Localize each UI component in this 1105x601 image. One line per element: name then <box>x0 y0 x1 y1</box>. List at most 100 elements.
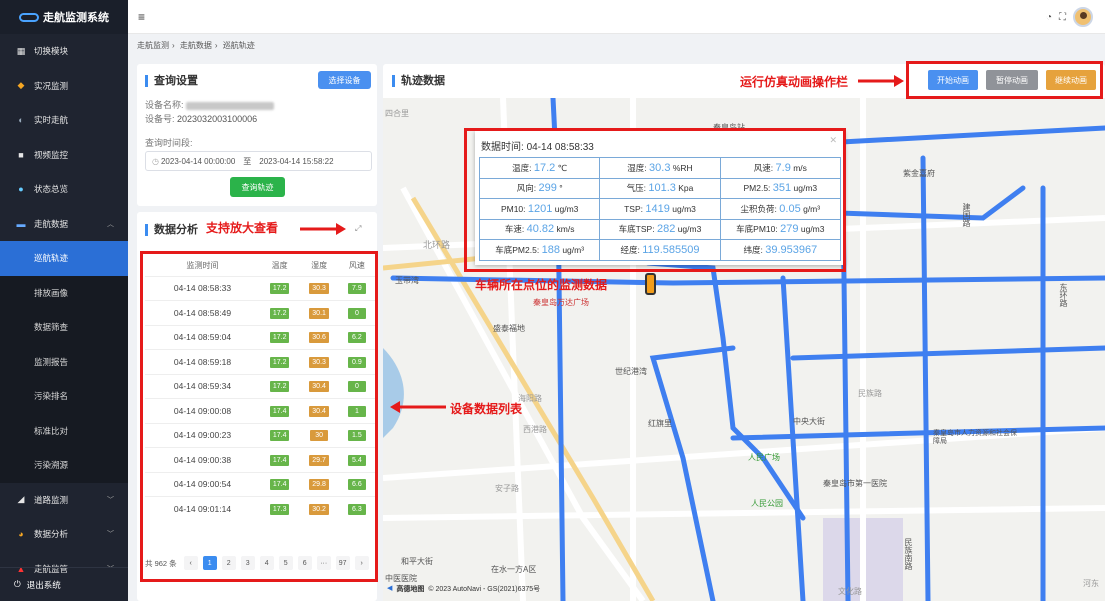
table-row[interactable]: 04-14 08:59:04 17.2 30.6 6.2 <box>145 324 375 350</box>
sidebar-item-analysis[interactable]: ◕ 数据分析 ﹀ <box>0 517 128 552</box>
diamond-icon: ◆ <box>17 80 25 91</box>
humidity-badge: 30 <box>310 430 329 442</box>
end-date[interactable]: 2023-04-14 15:58:22 <box>259 157 333 166</box>
popup-highlight <box>464 128 846 272</box>
select-device-button[interactable]: 选择设备 <box>318 71 371 89</box>
page-button[interactable]: 97 <box>335 556 350 570</box>
table-row[interactable]: 04-14 09:00:08 17.4 30.4 1 <box>145 398 375 423</box>
sidebar-item-label: 实况监测 <box>34 80 69 91</box>
query-title: 查询设置 <box>145 75 198 87</box>
top-actions: ◔ ⛶ <box>1046 7 1093 27</box>
sidebar-item-video[interactable]: ■ 视频监控 <box>0 138 128 173</box>
date-range-picker[interactable]: ◷ 2023-04-14 00:00:00 至 2023-04-14 15:58… <box>145 151 372 171</box>
table-row[interactable]: 04-14 08:59:18 17.2 30.3 0.9 <box>145 349 375 374</box>
cell-time: 04-14 09:00:08 <box>145 398 260 423</box>
sidebar-item-realtime-cruise[interactable]: ◐ 实时走航 <box>0 103 128 138</box>
table-row[interactable]: 04-14 09:00:54 17.4 29.8 6.6 <box>145 471 375 497</box>
sidebar-item-live-monitor[interactable]: ◆ 实况监测 <box>0 69 128 104</box>
wind-badge: 6.6 <box>347 479 366 491</box>
sidebar-sub-report[interactable]: 监测报告 <box>0 344 128 379</box>
cell-time: 04-14 09:00:38 <box>145 447 260 472</box>
arrow-icon <box>300 223 346 235</box>
prev-page-button[interactable]: ‹ <box>183 556 198 570</box>
sidebar-sub-ranking[interactable]: 污染排名 <box>0 379 128 414</box>
map-copyright: © 2023 AutoNavi - GS(2021)6375号 <box>428 586 541 593</box>
map-label: 秦皇岛市第一医院 <box>823 479 887 488</box>
humidity-badge: 30.4 <box>309 381 329 393</box>
start-date[interactable]: 2023-04-14 00:00:00 <box>161 157 235 166</box>
next-page-button[interactable]: › <box>354 556 369 570</box>
fullscreen-icon[interactable]: ⛶ <box>1059 12 1066 23</box>
menu-toggle-icon[interactable]: ≡ <box>138 10 145 24</box>
temp-badge: 17.2 <box>269 381 290 393</box>
sidebar-sub-screening[interactable]: 数据筛查 <box>0 310 128 345</box>
road-icon: ◢ <box>17 494 25 505</box>
sidebar-sub-emission[interactable]: 排放画像 <box>0 275 128 310</box>
sidebar-item-label: 切换模块 <box>34 46 69 57</box>
sidebar-item-status[interactable]: ● 状态总览 <box>0 172 128 207</box>
wind-badge: 7.9 <box>347 283 366 295</box>
temp-badge: 17.2 <box>269 332 290 344</box>
table-row[interactable]: 04-14 09:01:14 17.3 30.2 6.3 <box>145 496 375 521</box>
vehicle-marker[interactable] <box>645 273 656 295</box>
map-label: 东环路 <box>1059 283 1068 307</box>
column-header-time[interactable]: 监测时间 <box>145 255 260 276</box>
map-label: 民族南路 <box>904 538 913 570</box>
device-no-row: 设备号: 2023032003100006 <box>145 112 257 125</box>
column-header-wind[interactable]: 风速 <box>339 255 375 276</box>
map-label: 民族路 <box>858 389 882 398</box>
sidebar-item-switch-module[interactable]: ▦ 切换模块 <box>0 34 128 69</box>
page-button[interactable]: 3 <box>240 556 255 570</box>
table-row[interactable]: 04-14 09:00:38 17.4 29.7 5.4 <box>145 447 375 472</box>
page-button[interactable]: 1 <box>202 556 217 570</box>
map-attribution: ◀ 高德地图 © 2023 AutoNavi - GS(2021)6375号 <box>387 584 540 594</box>
sidebar-sub-trajectory[interactable]: 巡航轨迹 <box>0 241 128 276</box>
theme-icon[interactable]: ◔ <box>1046 12 1052 23</box>
wind-badge: 1.5 <box>347 430 366 442</box>
humidity-badge: 29.7 <box>309 454 329 466</box>
sidebar-item-label: 巡航轨迹 <box>34 253 69 264</box>
cell-time: 04-14 09:00:23 <box>145 422 260 448</box>
clock-icon: ◷ <box>152 156 159 166</box>
sidebar-item-cruise-data[interactable]: ▬ 走航数据 ︿ <box>0 207 128 242</box>
map-label: 文化路 <box>838 587 862 596</box>
data-table: 监测时间 温度 湿度 风速 04-14 08:58:33 17.2 30.3 7.9 … <box>145 255 375 521</box>
temp-badge: 17.2 <box>269 356 290 368</box>
table-row[interactable]: 04-14 08:59:34 17.2 30.4 0 <box>145 373 375 399</box>
device-name-label: 设备名称: <box>145 100 184 110</box>
table-row[interactable]: 04-14 08:58:49 17.2 30.1 0 <box>145 300 375 325</box>
breadcrumb-sep: › <box>172 41 175 50</box>
page-button[interactable]: 2 <box>221 556 236 570</box>
page-button[interactable]: 6 <box>297 556 312 570</box>
moon-icon: ◐ <box>18 115 24 126</box>
breadcrumb-item[interactable]: 走航数据 <box>180 41 212 50</box>
humidity-badge: 30.3 <box>309 283 329 295</box>
temp-badge: 17.2 <box>269 307 290 319</box>
map-label: 人民广场 <box>748 453 780 462</box>
cell-time: 04-14 08:58:49 <box>145 300 260 325</box>
sidebar-sub-trace[interactable]: 污染溯源 <box>0 448 128 483</box>
map-label: 紫金嘉府 <box>903 169 935 178</box>
page-button[interactable]: 5 <box>278 556 293 570</box>
map-label: 安子路 <box>495 484 519 493</box>
table-row[interactable]: 04-14 09:00:23 17.4 30 1.5 <box>145 422 375 448</box>
expand-icon[interactable]: ⤢ <box>355 224 361 234</box>
avatar[interactable] <box>1073 7 1093 27</box>
temp-badge: 17.4 <box>269 479 290 491</box>
annotation-zoom-hint: 支持放大查看 <box>206 221 279 235</box>
map-label: 在水一方A区 <box>491 565 537 574</box>
map-label: 和平大街 <box>401 557 433 566</box>
query-track-button[interactable]: 查询轨迹 <box>230 177 285 197</box>
sidebar-item-road[interactable]: ◢ 道路监测 ﹀ <box>0 483 128 518</box>
page-ellipsis[interactable]: ··· <box>316 556 331 570</box>
animation-bar-highlight <box>906 61 1103 99</box>
page-button[interactable]: 4 <box>259 556 274 570</box>
column-header-temp[interactable]: 温度 <box>260 255 299 276</box>
power-icon: ⏻ <box>14 579 21 589</box>
table-row[interactable]: 04-14 08:58:33 17.2 30.3 7.9 <box>145 275 375 301</box>
logout-button[interactable]: ⏻ 退出系统 <box>0 567 128 601</box>
column-header-humidity[interactable]: 湿度 <box>299 255 338 276</box>
breadcrumb-item[interactable]: 走航监测 <box>137 41 169 50</box>
app-logo[interactable]: 走航监测系统 <box>0 0 128 34</box>
sidebar-sub-compare[interactable]: 标准比对 <box>0 413 128 448</box>
